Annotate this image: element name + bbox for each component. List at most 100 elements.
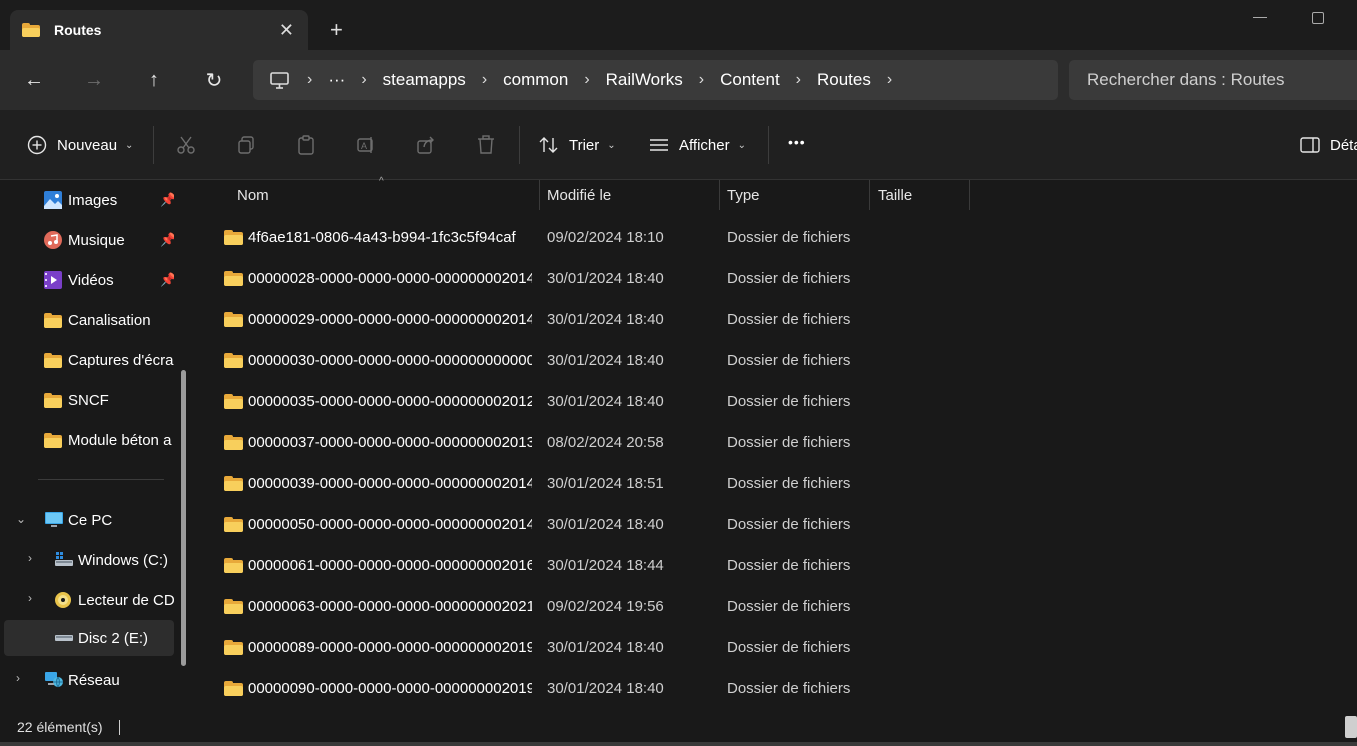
sidebar-item-sncf[interactable]: SNCF [4,382,174,418]
table-row[interactable]: 00000029-0000-0000-0000-000000002014 30/… [197,299,1357,339]
breadcrumb-overflow[interactable]: ··· [328,70,345,90]
details-label: Détails [1330,136,1357,154]
drive-c-icon [54,551,74,569]
details-pane-button[interactable]: Détails [1299,134,1357,156]
file-name: 00000050-0000-0000-0000-000000002014 [248,515,532,533]
folder-icon [224,598,243,614]
sidebar-item-drive-c[interactable]: Windows (C:) [4,542,174,578]
table-row[interactable]: 00000037-0000-0000-0000-000000002013 08/… [197,422,1357,462]
column-divider[interactable] [969,180,970,210]
table-row[interactable]: 00000061-0000-0000-0000-000000002016 30/… [197,545,1357,585]
maximize-icon[interactable] [1312,12,1324,24]
table-row[interactable]: 00000039-0000-0000-0000-000000002014 30/… [197,463,1357,503]
file-type: Dossier de fichiers [727,228,851,246]
sidebar-item-images[interactable]: Images 📌 [4,182,174,218]
table-row[interactable]: 00000030-0000-0000-0000-000000000000 30/… [197,340,1357,380]
sidebar-item-this-pc[interactable]: Ce PC [4,502,174,538]
view-label: Afficher [679,136,730,154]
share-button[interactable] [415,134,437,156]
table-row[interactable]: 4f6ae181-0806-4a43-b994-1fc3c5f94caf 09/… [197,217,1357,257]
sidebar-item-module-beton[interactable]: Module béton a [4,422,174,458]
new-label: Nouveau [57,136,118,154]
sidebar-item-drive-e[interactable]: Disc 2 (E:) [4,620,174,656]
sidebar-item-network[interactable]: Réseau [4,662,174,698]
table-row[interactable]: 00000063-0000-0000-0000-000000002021 09/… [197,586,1357,626]
copy-button[interactable] [235,134,257,156]
file-type: Dossier de fichiers [727,638,851,656]
forward-button[interactable]: → [82,68,106,92]
up-button[interactable]: ↑ [142,68,166,92]
file-name: 00000028-0000-0000-0000-000000002014 [248,269,532,287]
search-input[interactable] [1087,70,1347,90]
delete-button[interactable] [475,134,497,156]
item-count: 22 élément(s) [17,719,103,735]
breadcrumb-separator[interactable]: › [482,71,487,89]
sidebar-item-cd-drive[interactable]: Lecteur de CD [4,582,174,618]
sidebar-item-videos[interactable]: Vidéos 📌 [4,262,174,298]
monitor-icon [44,511,64,529]
cut-button[interactable] [175,134,197,156]
table-row[interactable]: 00000089-0000-0000-0000-000000002019 30/… [197,627,1357,667]
folder-icon [224,352,243,368]
sidebar-scrollbar[interactable] [181,370,186,666]
new-button[interactable]: Nouveau ⌄ [26,134,133,156]
table-row[interactable]: 00000035-0000-0000-0000-000000002012 30/… [197,381,1357,421]
folder-icon [224,311,243,327]
monitor-icon[interactable] [269,72,291,89]
column-header-modified[interactable]: Modifié le [547,180,611,210]
close-tab-icon[interactable]: ✕ [279,21,294,39]
clipboard-icon [295,134,317,156]
address-bar[interactable]: › ··· › steamapps › common › RailWorks ›… [253,60,1058,100]
folder-icon [224,229,243,245]
breadcrumb-separator[interactable]: › [307,71,312,89]
breadcrumb-content[interactable]: Content [720,70,780,90]
drive-e-icon [54,629,74,647]
music-icon [44,231,64,249]
column-header-type[interactable]: Type [727,180,760,210]
details-view-toggle-icon[interactable] [1345,716,1357,738]
breadcrumb-separator[interactable]: › [699,71,704,89]
more-options-button[interactable]: ••• [788,134,806,150]
breadcrumb-separator[interactable]: › [887,71,892,89]
breadcrumb-separator[interactable]: › [796,71,801,89]
sort-button[interactable]: Trier ⌄ [538,134,616,156]
pin-icon: 📌 [160,272,174,287]
column-header-size[interactable]: Taille [878,180,912,210]
breadcrumb-separator[interactable]: › [584,71,589,89]
breadcrumb-separator[interactable]: › [361,71,366,89]
column-divider[interactable] [719,180,720,210]
column-divider[interactable] [869,180,870,210]
breadcrumb-railworks[interactable]: RailWorks [606,70,683,90]
column-divider[interactable] [539,180,540,210]
file-modified: 30/01/2024 18:40 [547,351,664,369]
table-row[interactable]: 00000050-0000-0000-0000-000000002014 30/… [197,504,1357,544]
minimize-icon[interactable] [1253,17,1267,18]
file-type: Dossier de fichiers [727,556,851,574]
file-modified: 09/02/2024 18:10 [547,228,664,246]
breadcrumb-common[interactable]: common [503,70,568,90]
table-row[interactable]: 00000028-0000-0000-0000-000000002014 30/… [197,258,1357,298]
search-box[interactable] [1069,60,1357,100]
view-button[interactable]: Afficher ⌄ [648,134,746,156]
file-modified: 08/02/2024 20:58 [547,433,664,451]
file-type: Dossier de fichiers [727,310,851,328]
folder-icon [224,434,243,450]
refresh-button[interactable]: ↻ [202,68,226,92]
back-button[interactable]: ← [22,68,46,92]
column-header-name[interactable]: Nom [237,180,269,210]
file-name: 00000037-0000-0000-0000-000000002013 [248,433,532,451]
breadcrumb-routes[interactable]: Routes [817,70,871,90]
sidebar-item-captures[interactable]: Captures d'écran [4,342,174,378]
rename-button[interactable]: A [355,134,377,156]
file-name: 00000061-0000-0000-0000-000000002016 [248,556,532,574]
file-list[interactable]: ^ Nom Modifié le Type Taille 4f6ae181-08… [197,176,1357,712]
file-name: 00000039-0000-0000-0000-000000002014 [248,474,532,492]
breadcrumb-steamapps[interactable]: steamapps [383,70,466,90]
navigation-pane[interactable]: Images 📌 Musique 📌 Vidéos 📌 Canalisation… [0,180,196,712]
sidebar-item-music[interactable]: Musique 📌 [4,222,174,258]
tab-routes[interactable]: Routes ✕ [10,10,308,50]
table-row[interactable]: 00000090-0000-0000-0000-000000002019 30/… [197,668,1357,708]
sidebar-item-canalisation[interactable]: Canalisation [4,302,174,338]
paste-button[interactable] [295,134,317,156]
new-tab-button[interactable]: + [330,19,343,41]
